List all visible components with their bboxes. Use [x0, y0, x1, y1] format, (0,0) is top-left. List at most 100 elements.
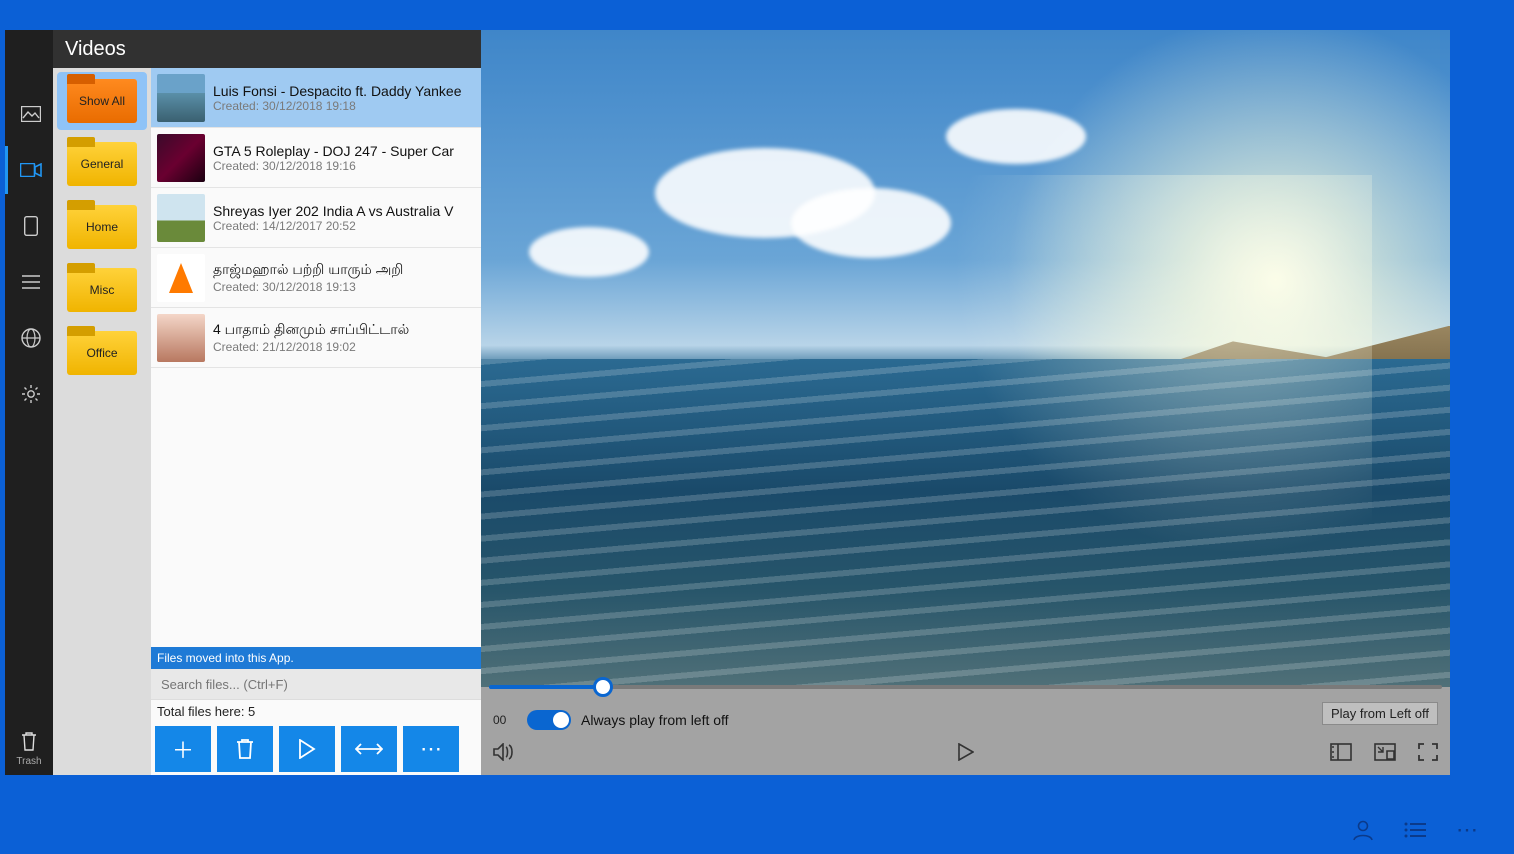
panel-title: Videos [53, 30, 481, 68]
title-bar [0, 0, 1514, 30]
add-button[interactable]: ＋ [155, 726, 211, 772]
video-created: Created: 30/12/2018 19:13 [213, 280, 475, 294]
video-pane: 00 Always play from left off 00:04:11 Pl… [481, 30, 1450, 775]
folder-label: Misc [90, 283, 115, 297]
video-thumbnail [157, 194, 205, 242]
rail-list[interactable] [5, 258, 53, 306]
search-input[interactable] [151, 669, 481, 699]
video-thumbnail [157, 314, 205, 362]
play-pause-button[interactable] [958, 743, 974, 761]
video-thumbnail [157, 254, 205, 302]
video-created: Created: 30/12/2018 19:18 [213, 99, 475, 113]
right-controls [1330, 743, 1438, 761]
video-created: Created: 21/12/2018 19:02 [213, 340, 475, 354]
seek-thumb[interactable] [593, 677, 613, 697]
list-icon [1404, 822, 1426, 838]
folder-office[interactable]: Office [57, 324, 147, 382]
mini-player-button[interactable] [1330, 743, 1352, 761]
list-item[interactable]: Shreyas Iyer 202 India A vs Australia V … [151, 188, 481, 248]
folder-label: General [81, 157, 124, 171]
rail-trash[interactable]: Trash [5, 730, 53, 767]
controls-row-1: 00 Always play from left off 00:04:11 Pl… [493, 705, 1438, 735]
person-icon [1352, 819, 1374, 841]
app-root: Trash Videos Show All General [0, 0, 1514, 854]
always-play-label: Always play from left off [581, 712, 729, 728]
video-created: Created: 14/12/2017 20:52 [213, 219, 475, 233]
player-controls: 00 Always play from left off 00:04:11 Pl… [481, 687, 1450, 775]
pip-icon [1374, 743, 1396, 761]
volume-button[interactable] [493, 743, 515, 761]
vlc-cone-icon [169, 263, 193, 293]
list-item[interactable]: Luis Fonsi - Despacito ft. Daddy Yankee … [151, 68, 481, 128]
mini-player-icon [1330, 743, 1352, 761]
menu-button[interactable] [1404, 822, 1426, 838]
middle-body: Show All General Home Misc [53, 68, 481, 775]
rail-videos[interactable] [5, 146, 53, 194]
video-meta: GTA 5 Roleplay - DOJ 247 - Super Car Cre… [213, 143, 475, 173]
fullscreen-button[interactable] [1418, 743, 1438, 761]
fullscreen-icon [1418, 743, 1438, 761]
list-column: Luis Fonsi - Despacito ft. Daddy Yankee … [151, 68, 481, 775]
action-toolbar: ＋ ⋯ [151, 723, 481, 775]
video-list: Luis Fonsi - Despacito ft. Daddy Yankee … [151, 68, 481, 647]
gear-icon [21, 384, 41, 404]
video-meta: Shreyas Iyer 202 India A vs Australia V … [213, 203, 475, 233]
trash-label: Trash [5, 756, 53, 767]
tablet-icon [24, 216, 38, 236]
folder-label: Office [86, 346, 117, 360]
video-meta: 4 பாதாம் தினமும் சாப்பிட்டால் Created: 2… [213, 321, 475, 354]
rail-settings[interactable] [5, 370, 53, 418]
folder-general[interactable]: General [57, 135, 147, 193]
nav-rail: Trash [5, 30, 53, 775]
delete-button[interactable] [217, 726, 273, 772]
more-options-button[interactable]: ⋯ [1456, 817, 1478, 843]
video-thumbnail [157, 134, 205, 182]
seek-fill [489, 685, 603, 689]
list-item[interactable]: தாஜ்மஹால் பற்றி யாரும் அறி Created: 30/1… [151, 248, 481, 308]
video-frame-cloud [791, 188, 951, 258]
move-button[interactable] [341, 726, 397, 772]
rail-web[interactable] [5, 314, 53, 362]
always-play-toggle[interactable] [527, 710, 571, 730]
folder-show-all[interactable]: Show All [57, 72, 147, 130]
video-camera-icon [20, 163, 42, 177]
globe-icon [21, 328, 41, 348]
plus-icon: ＋ [172, 733, 194, 765]
video-title: தாஜ்மஹால் பற்றி யாரும் அறி [213, 261, 475, 280]
folder-column: Show All General Home Misc [53, 68, 151, 775]
video-frame-sunflare [936, 175, 1372, 635]
video-created: Created: 30/12/2018 19:16 [213, 159, 475, 173]
status-bar: Files moved into this App. [151, 647, 481, 669]
tooltip: Play from Left off [1322, 702, 1438, 725]
account-button[interactable] [1352, 819, 1374, 841]
play-button[interactable] [279, 726, 335, 772]
folder-home[interactable]: Home [57, 198, 147, 256]
picture-icon [21, 106, 41, 122]
current-time: 00 [493, 713, 517, 727]
pip-button[interactable] [1374, 743, 1396, 761]
list-item[interactable]: GTA 5 Roleplay - DOJ 247 - Super Car Cre… [151, 128, 481, 188]
video-viewport[interactable] [481, 30, 1450, 687]
folder-label: Home [86, 220, 118, 234]
list-item[interactable]: 4 பாதாம் தினமும் சாப்பிட்டால் Created: 2… [151, 308, 481, 368]
controls-row-2 [493, 737, 1438, 767]
video-title: 4 பாதாம் தினமும் சாப்பிட்டால் [213, 321, 475, 340]
arrows-horizontal-icon [355, 742, 383, 756]
list-icon [22, 275, 40, 289]
trash-icon [235, 737, 255, 761]
play-icon [958, 743, 974, 761]
video-meta: தாஜ்மஹால் பற்றி யாரும் அறி Created: 30/1… [213, 261, 475, 294]
video-title: Shreyas Iyer 202 India A vs Australia V [213, 203, 475, 219]
play-icon [298, 739, 316, 759]
rail-documents[interactable] [5, 202, 53, 250]
folder-misc[interactable]: Misc [57, 261, 147, 319]
toggle-knob [553, 712, 569, 728]
video-title: Luis Fonsi - Despacito ft. Daddy Yankee [213, 83, 475, 99]
video-thumbnail [157, 74, 205, 122]
more-button[interactable]: ⋯ [403, 726, 459, 772]
main-window: Trash Videos Show All General [5, 30, 1450, 775]
seek-bar[interactable] [489, 679, 1442, 695]
middle-panel: Videos Show All General Home [53, 30, 481, 775]
app-bottom-bar: ⋯ [0, 806, 1514, 854]
rail-pictures[interactable] [5, 90, 53, 138]
